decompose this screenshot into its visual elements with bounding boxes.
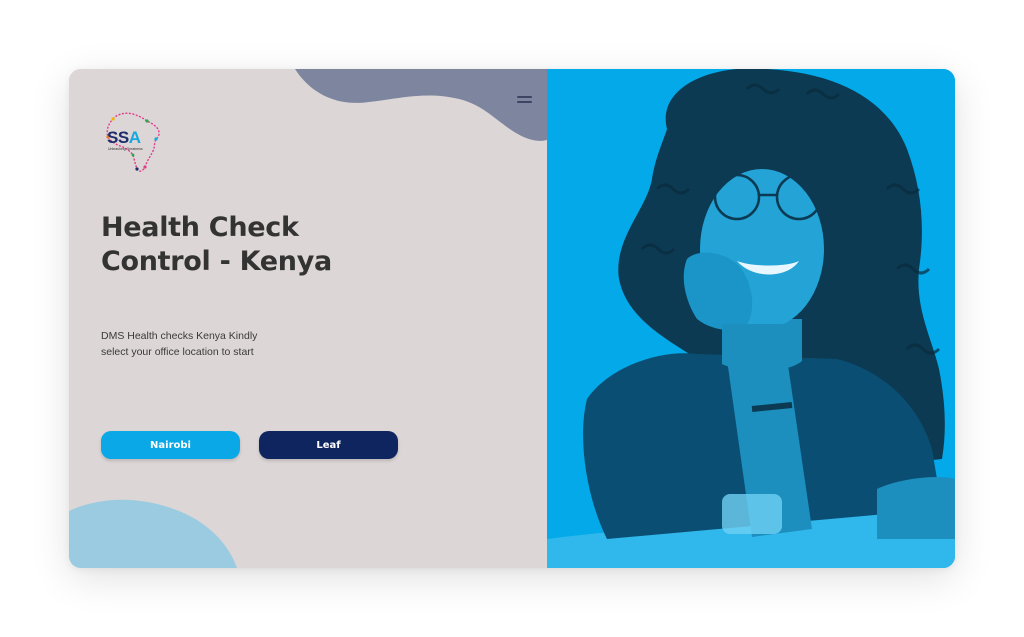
bottom-decorative-blob (69, 499, 237, 568)
logo-wordmark: SSA (107, 128, 141, 147)
left-panel: SSA Unleashing Greatness Health Check Co… (69, 69, 547, 568)
hero-photo-panel (547, 69, 955, 568)
title-line-1: Health Check (101, 212, 299, 243)
hamburger-menu-icon[interactable] (517, 94, 533, 106)
nairobi-button[interactable]: Nairobi (101, 431, 240, 459)
logo-tagline: Unleashing Greatness (108, 147, 143, 151)
description-line-2: select your office location to start (101, 346, 254, 358)
company-logo: SSA Unleashing Greatness (103, 109, 165, 175)
description-line-1: DMS Health checks Kenya Kindly (101, 330, 258, 342)
page-description: DMS Health checks Kenya Kindly select yo… (101, 328, 301, 360)
hero-photo (547, 69, 955, 568)
landing-card: SSA Unleashing Greatness Health Check Co… (69, 69, 955, 568)
title-line-2: Control - Kenya (101, 246, 332, 277)
leaf-button[interactable]: Leaf (259, 431, 398, 459)
top-decorative-blob (295, 69, 547, 141)
page-title: Health Check Control - Kenya (101, 211, 332, 279)
